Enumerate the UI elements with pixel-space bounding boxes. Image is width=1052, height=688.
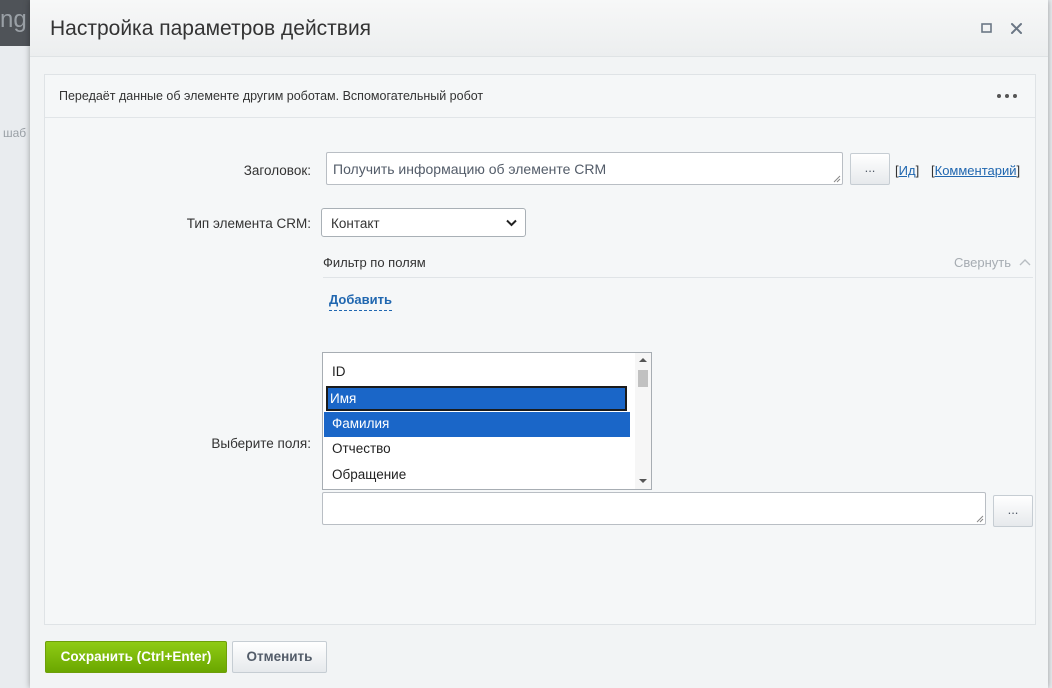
id-link-text[interactable]: Ид: [899, 163, 916, 178]
listbox-scrollbar[interactable]: [635, 353, 651, 489]
title-label: Заголовок:: [243, 163, 311, 178]
filter-title: Фильтр по полям: [323, 255, 426, 270]
resize-grip-icon[interactable]: [832, 174, 841, 183]
fields-label: Выберите поля:: [211, 436, 311, 451]
dialog-titlebar[interactable]: Настройка параметров действия: [30, 0, 1048, 57]
fields-listbox[interactable]: ID Имя Фамилия Отчество Обращение: [322, 352, 652, 490]
background-sidebar: шаб: [0, 46, 30, 688]
list-item[interactable]: Обращение: [324, 463, 630, 488]
comment-link-text[interactable]: Комментарий: [935, 163, 1017, 178]
close-icon[interactable]: [1006, 17, 1028, 39]
resize-grip-icon[interactable]: [975, 514, 984, 523]
action-settings-dialog: Настройка параметров действия Передаёт д…: [30, 0, 1048, 688]
add-filter-link[interactable]: Добавить: [329, 292, 392, 311]
save-button[interactable]: Сохранить (Ctrl+Enter): [45, 641, 227, 673]
background-edge: [1048, 0, 1052, 688]
list-item-partial: [324, 353, 630, 357]
scroll-down-arrow-icon[interactable]: [639, 478, 647, 484]
list-item-label: Имя: [330, 391, 357, 406]
list-item-label: Обращение: [332, 467, 407, 482]
collapse-link[interactable]: Свернуть: [954, 255, 1011, 270]
dialog-title: Настройка параметров действия: [50, 17, 372, 40]
entity-type-label: Тип элемента CRM:: [186, 216, 311, 231]
maximize-icon[interactable]: [976, 17, 998, 39]
robot-description-bar: Передаёт данные об элементе другим робот…: [45, 75, 1035, 118]
list-item-label: Фамилия: [332, 416, 390, 431]
title-input[interactable]: Получить информацию об элементе CRM: [326, 152, 843, 185]
background-logo: ng: [0, 6, 27, 33]
list-item-label: ID: [332, 364, 346, 379]
more-dots-icon[interactable]: [995, 87, 1019, 103]
cancel-button[interactable]: Отменить: [232, 641, 327, 673]
fields-expression-input[interactable]: [322, 492, 986, 525]
filter-section-header: Фильтр по полям Свернуть: [323, 255, 1033, 278]
robot-settings-panel: Передаёт данные об элементе другим робот…: [44, 74, 1036, 625]
chevron-down-icon: [506, 219, 517, 227]
chevron-up-icon[interactable]: [1019, 258, 1031, 266]
robot-description: Передаёт данные об элементе другим робот…: [59, 89, 484, 103]
fields-picker-button[interactable]: ...: [993, 495, 1033, 527]
list-item[interactable]: Отчество: [324, 437, 630, 462]
scroll-up-arrow-icon[interactable]: [639, 357, 647, 363]
title-input-value: Получить информацию об элементе CRM: [333, 161, 607, 177]
list-item[interactable]: ID: [324, 360, 630, 385]
list-item-label: Отчество: [332, 441, 391, 456]
scrollbar-thumb[interactable]: [638, 370, 648, 387]
entity-type-value: Контакт: [331, 216, 380, 231]
title-picker-button[interactable]: ...: [850, 153, 890, 185]
list-item[interactable]: Фамилия: [324, 412, 630, 437]
background-text: шаб: [3, 126, 27, 140]
id-link-bracket-close: ]: [915, 163, 920, 178]
comment-link-bracket-close: ]: [1016, 163, 1021, 178]
entity-type-select[interactable]: Контакт: [321, 208, 526, 237]
comment-link[interactable]: [Комментарий]: [931, 163, 1020, 178]
list-item[interactable]: Имя: [326, 386, 627, 411]
id-link[interactable]: [Ид]: [895, 163, 919, 178]
